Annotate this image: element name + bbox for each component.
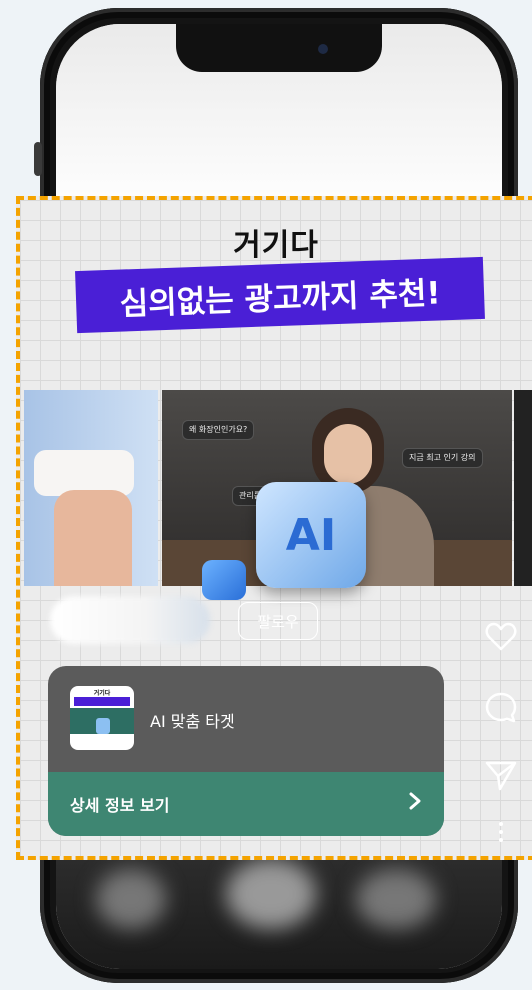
send-icon[interactable] [484, 758, 518, 792]
ad-headline-banner-text: 심의없는 광고까지 추천! [119, 274, 442, 323]
phone-notch [176, 24, 382, 72]
front-camera [318, 44, 328, 54]
ad-highlight-region: 거기다 심의없는 광고까지 추천! 왜 화장인인가요? 지금 최고 인기 강의 … [16, 196, 532, 860]
comment-icon[interactable] [484, 690, 518, 724]
ad-card-thumbnail: 거기다 [70, 686, 134, 750]
heart-icon[interactable] [484, 620, 518, 654]
chat-chip: 왜 화장인인가요? [182, 420, 255, 440]
ad-image-left [24, 390, 158, 586]
thumbnail-banner [74, 697, 130, 706]
ai-cube-label: AI [285, 509, 337, 561]
ad-image-right [514, 390, 532, 586]
blurred-content [96, 869, 166, 929]
figure-body [54, 490, 132, 586]
follow-button[interactable]: 팔로우 [238, 602, 318, 640]
blurred-content [356, 869, 436, 929]
ad-card-title: AI 맞춤 타겟 [150, 712, 235, 731]
ai-cube: AI [256, 482, 366, 588]
chat-chip: 지금 최고 인기 강의 [402, 448, 483, 468]
ai-small-cube [202, 560, 246, 600]
ad-card[interactable]: 거기다 AI 맞춤 타겟 상세 정보 보기 [48, 666, 444, 836]
more-icon[interactable] [484, 818, 518, 852]
ad-visual[interactable]: 왜 화장인인가요? 지금 최고 인기 강의 관리를 쉽게... AI [24, 390, 532, 600]
chevron-right-icon [409, 792, 421, 810]
profile-blurred[interactable] [50, 596, 210, 644]
details-button-label: 상세 정보 보기 [70, 796, 170, 815]
screen-bottom-area [56, 849, 502, 969]
person-face [324, 424, 372, 484]
thumbnail-cube [96, 718, 110, 734]
blurred-content [226, 859, 316, 929]
phone-button-mute [34, 142, 42, 176]
details-button[interactable]: 상세 정보 보기 [48, 772, 444, 836]
thumbnail-title: 거기다 [93, 690, 111, 697]
